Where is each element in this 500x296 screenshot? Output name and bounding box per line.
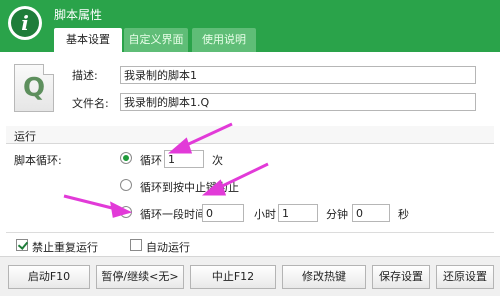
app-logo-icon: i <box>8 6 42 40</box>
run-section-header: 运行 <box>6 126 494 144</box>
tab-custom-ui[interactable]: 自定义界面 <box>124 28 188 52</box>
stop-button[interactable]: 中止F12 <box>190 265 276 289</box>
start-button[interactable]: 启动F10 <box>8 265 90 289</box>
title-bar: i 脚本属性 基本设置 自定义界面 使用说明 <box>0 0 500 52</box>
settings-panel: Q 描述: 文件名: 运行 脚本循环: 循环 次 循环到按中止键为止 循环一段时… <box>0 52 500 296</box>
desc-input[interactable] <box>120 66 476 84</box>
button-bar: 启动F10 暂停/继续<无> 中止F12 修改热键 保存设置 还原设置 <box>0 256 500 296</box>
loop-count-unit: 次 <box>212 154 223 167</box>
loop-until-stop-label: 循环到按中止键为止 <box>140 181 239 194</box>
window-title: 脚本属性 <box>54 8 103 22</box>
filename-input[interactable] <box>120 93 476 111</box>
run-section-title: 运行 <box>14 130 36 143</box>
auto-run-checkbox[interactable] <box>130 239 142 251</box>
loop-duration-label: 循环一段时间 <box>140 208 206 221</box>
no-repeat-label: 禁止重复运行 <box>32 241 98 254</box>
loop-count-label: 循环 <box>140 154 162 167</box>
filename-label: 文件名: <box>72 97 109 110</box>
pause-resume-button[interactable]: 暂停/继续<无> <box>96 265 184 289</box>
loop-label: 脚本循环: <box>14 154 62 167</box>
duration-hours-input[interactable] <box>202 204 244 222</box>
hours-unit: 小时 <box>254 208 276 221</box>
desc-label: 描述: <box>72 69 98 82</box>
divider <box>6 232 494 233</box>
minutes-unit: 分钟 <box>326 208 348 221</box>
duration-minutes-input[interactable] <box>278 204 318 222</box>
script-file-icon: Q <box>14 64 54 112</box>
save-settings-button[interactable]: 保存设置 <box>372 265 430 289</box>
duration-seconds-input[interactable] <box>352 204 390 222</box>
no-repeat-checkbox[interactable] <box>16 239 28 251</box>
loop-count-input[interactable] <box>164 150 204 168</box>
edit-hotkey-button[interactable]: 修改热键 <box>282 265 366 289</box>
tab-basic-settings[interactable]: 基本设置 <box>54 28 122 52</box>
auto-run-label: 自动运行 <box>146 241 190 254</box>
loop-duration-radio[interactable] <box>120 206 132 218</box>
seconds-unit: 秒 <box>398 208 409 221</box>
tab-usage-help[interactable]: 使用说明 <box>192 28 256 52</box>
loop-count-radio[interactable] <box>120 152 132 164</box>
loop-until-stop-radio[interactable] <box>120 179 132 191</box>
restore-settings-button[interactable]: 还原设置 <box>436 265 494 289</box>
